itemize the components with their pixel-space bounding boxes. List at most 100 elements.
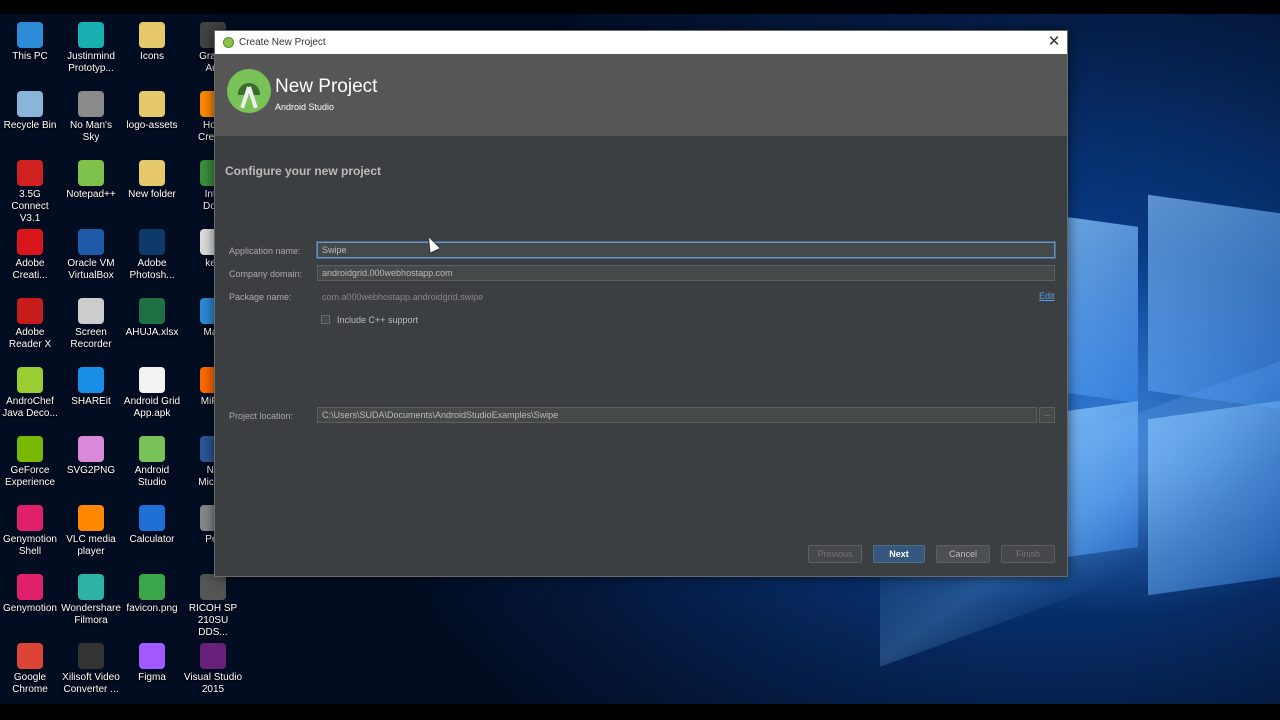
app-icon xyxy=(78,436,104,462)
app-icon xyxy=(78,229,104,255)
app-icon xyxy=(17,436,43,462)
desktop-icon[interactable]: Adobe Photosh... xyxy=(122,229,182,282)
desktop-icon-label: Android Studio xyxy=(134,465,170,488)
app-icon xyxy=(17,367,43,393)
desktop-icon[interactable]: GeForce Experience xyxy=(0,436,60,489)
desktop-icon[interactable]: Android Studio xyxy=(122,436,182,489)
package-name-label: Package name: xyxy=(229,292,292,302)
desktop-icon-label: Wondershare Filmora xyxy=(61,603,121,626)
cancel-button[interactable]: Cancel xyxy=(936,545,990,563)
desktop-icon[interactable]: SVG2PNG xyxy=(61,436,121,477)
app-icon xyxy=(139,160,165,186)
desktop-icon-label: Visual Studio 2015 xyxy=(183,672,243,695)
company-domain-label: Company domain: xyxy=(229,269,303,279)
windows-logo-pane xyxy=(1068,217,1138,403)
desktop-icon-label: Adobe Creati... xyxy=(12,258,48,281)
application-name-label: Application name: xyxy=(229,246,301,256)
app-icon xyxy=(139,367,165,393)
desktop-icon[interactable]: Visual Studio 2015 xyxy=(183,643,243,696)
desktop-icon-label: GeForce Experience xyxy=(4,465,56,488)
desktop-icon-label: Notepad++ xyxy=(66,189,116,200)
app-icon xyxy=(200,643,226,669)
desktop-icon[interactable]: Adobe Reader X xyxy=(0,298,60,351)
app-icon xyxy=(78,160,104,186)
desktop-icon[interactable]: Oracle VM VirtualBox xyxy=(61,229,121,282)
finish-button[interactable]: Finish xyxy=(1001,545,1055,563)
desktop-icon-label: Icons xyxy=(140,51,164,62)
desktop-icon-label: SHAREit xyxy=(71,396,111,407)
desktop-icon-label: Xilisoft Video Converter ... xyxy=(62,672,120,695)
desktop-icon[interactable]: logo-assets xyxy=(122,91,182,132)
app-icon xyxy=(17,160,43,186)
app-icon xyxy=(139,643,165,669)
app-icon xyxy=(17,229,43,255)
desktop-icon[interactable]: New folder xyxy=(122,160,182,201)
desktop-icon[interactable]: SHAREit xyxy=(61,367,121,408)
desktop-icon[interactable]: Justinmind Prototyp... xyxy=(61,22,121,75)
desktop-icon-label: Justinmind Prototyp... xyxy=(67,51,115,74)
include-cpp-label[interactable]: Include C++ support xyxy=(337,315,418,325)
app-icon xyxy=(17,574,43,600)
browse-location-button[interactable]: ... xyxy=(1039,407,1055,423)
desktop-icon[interactable]: Recycle Bin xyxy=(0,91,60,132)
desktop-icon-label: Adobe Photosh... xyxy=(129,258,175,281)
desktop-icon[interactable]: VLC media player xyxy=(61,505,121,558)
edit-package-link[interactable]: Edit xyxy=(1039,291,1055,301)
desktop-icon[interactable]: Google Chrome xyxy=(0,643,60,696)
windows-logo-pane xyxy=(1148,400,1280,596)
desktop-icon[interactable]: No Man's Sky xyxy=(61,91,121,144)
desktop-icon-label: Screen Recorder xyxy=(70,327,112,350)
desktop-icon-label: Calculator xyxy=(129,534,175,545)
app-icon xyxy=(78,22,104,48)
app-icon xyxy=(139,91,165,117)
app-icon xyxy=(139,436,165,462)
app-icon xyxy=(17,298,43,324)
app-icon xyxy=(17,643,43,669)
desktop-icon[interactable]: RICOH SP 210SU DDS... xyxy=(183,574,243,639)
next-button[interactable]: Next xyxy=(873,545,925,563)
desktop-icon-label: AndroChef Java Deco... xyxy=(2,396,58,419)
create-new-project-dialog: Create New Project ✕ New Project Android… xyxy=(214,30,1068,577)
app-icon xyxy=(17,91,43,117)
wizard-header: New Project Android Studio xyxy=(215,54,1067,136)
desktop-icon[interactable]: Xilisoft Video Converter ... xyxy=(61,643,121,696)
section-title: Configure your new project xyxy=(225,164,382,178)
app-icon xyxy=(139,229,165,255)
desktop-icon-label: Android Grid App.apk xyxy=(123,396,181,419)
desktop-icon[interactable]: Notepad++ xyxy=(61,160,121,201)
desktop-icon-label: Genymotion Shell xyxy=(3,534,57,557)
app-icon xyxy=(200,574,226,600)
desktop-icon[interactable]: 3.5G Connect V3.1 xyxy=(0,160,60,225)
desktop-icon[interactable]: This PC xyxy=(0,22,60,63)
bottom-letterbox xyxy=(0,704,1280,720)
desktop-icon[interactable]: Android Grid App.apk xyxy=(122,367,182,420)
android-studio-logo-icon xyxy=(227,69,271,113)
desktop-icon[interactable]: Adobe Creati... xyxy=(0,229,60,282)
desktop-icon-label: Genymotion xyxy=(3,603,57,614)
desktop-icon[interactable]: Screen Recorder xyxy=(61,298,121,351)
desktop-icon-label: VLC media player xyxy=(66,534,116,557)
desktop-icon[interactable]: Genymotion xyxy=(0,574,60,615)
desktop-icon[interactable]: favicon.png xyxy=(122,574,182,615)
desktop-icon[interactable]: Wondershare Filmora xyxy=(61,574,121,627)
include-cpp-checkbox[interactable] xyxy=(321,315,330,324)
desktop-icon[interactable]: Calculator xyxy=(122,505,182,546)
desktop-icon[interactable]: Icons xyxy=(122,22,182,63)
app-icon xyxy=(78,298,104,324)
desktop-icon[interactable]: AndroChef Java Deco... xyxy=(0,367,60,420)
android-studio-icon xyxy=(223,37,234,48)
desktop-icon[interactable]: Genymotion Shell xyxy=(0,505,60,558)
app-icon xyxy=(17,505,43,531)
project-location-label: Project location: xyxy=(229,411,294,421)
top-letterbox xyxy=(0,0,1280,14)
app-icon xyxy=(78,505,104,531)
desktop-icon-label: logo-assets xyxy=(126,120,178,131)
close-icon[interactable]: ✕ xyxy=(1041,31,1067,54)
dialog-titlebar[interactable]: Create New Project ✕ xyxy=(215,31,1067,54)
project-location-input[interactable]: C:\Users\SUDA\Documents\AndroidStudioExa… xyxy=(317,407,1037,423)
desktop-icon-label: Figma xyxy=(138,672,166,683)
desktop-icon[interactable]: Figma xyxy=(122,643,182,684)
company-domain-input[interactable]: androidgrid.000webhostapp.com xyxy=(317,265,1055,281)
previous-button[interactable]: Previous xyxy=(808,545,862,563)
desktop-icon[interactable]: AHUJA.xlsx xyxy=(122,298,182,339)
